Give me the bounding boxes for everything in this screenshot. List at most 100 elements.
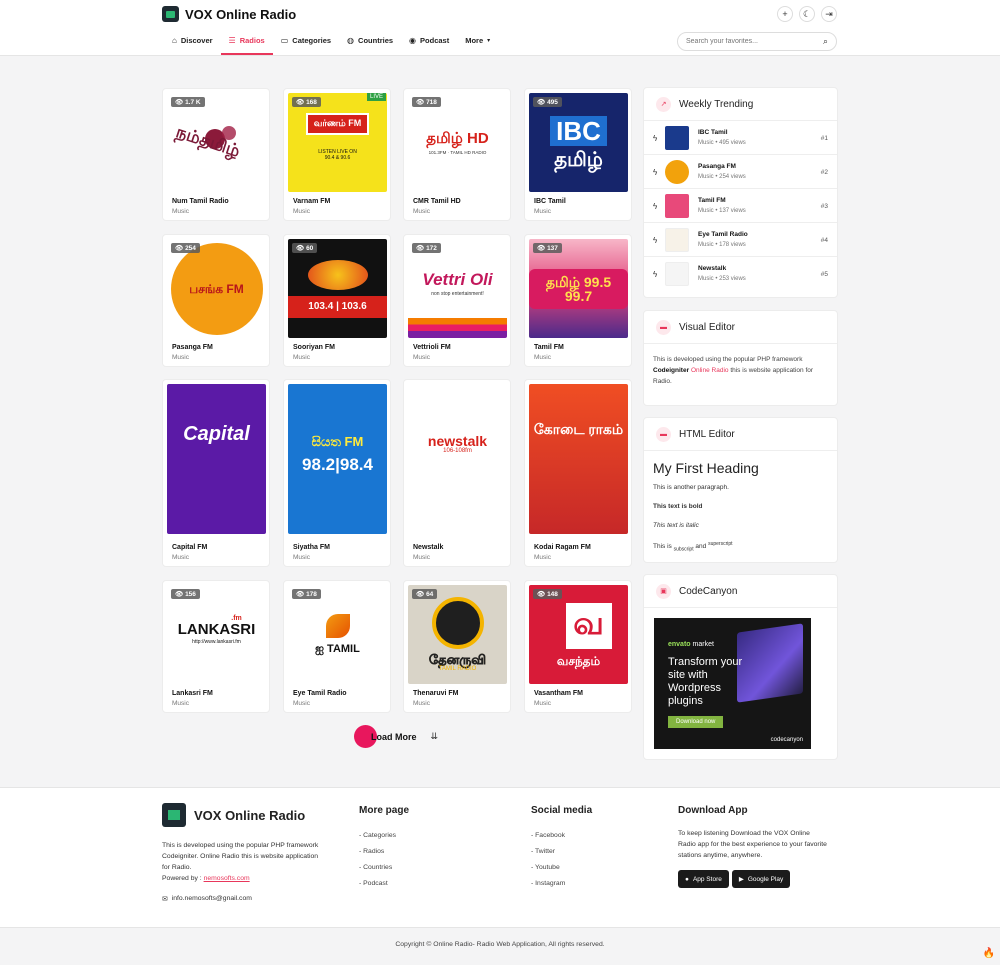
editor-link[interactable]: Online Radio bbox=[691, 367, 729, 374]
search-box[interactable]: ⌕ bbox=[677, 32, 837, 51]
fire-icon: 🔥 bbox=[982, 948, 995, 959]
trending-name: Pasanga FM bbox=[698, 163, 736, 170]
station-name: Tamil FM bbox=[534, 344, 564, 351]
trending-meta: Music • 178 views bbox=[698, 242, 746, 248]
ad-banner[interactable]: envato market Transform your site with W… bbox=[654, 618, 811, 749]
nav-more[interactable]: More ▾ bbox=[457, 31, 498, 55]
trending-item[interactable]: ϟ Tamil FM Music • 137 views #3 bbox=[644, 189, 837, 223]
logo-subtext: TAMIL RADIO bbox=[438, 666, 477, 672]
views-badge: 👁 156 bbox=[171, 589, 200, 599]
nav-countries[interactable]: ◍ Countries bbox=[339, 31, 401, 55]
search-icon[interactable]: ⌕ bbox=[823, 36, 828, 47]
login-icon[interactable]: ⇥ bbox=[821, 6, 837, 22]
header-actions: + ☾ ⇥ bbox=[777, 6, 837, 22]
ad-download-button[interactable]: Download now bbox=[668, 716, 724, 728]
bolt-icon: ϟ bbox=[653, 236, 658, 245]
station-card[interactable]: கோடை ராகம் Kodai Ragam FM Music bbox=[524, 379, 632, 567]
logo-text: Vettri Oli bbox=[422, 269, 493, 289]
editor-text: This is developed using the popular PHP … bbox=[653, 356, 803, 363]
load-more-label: Load More bbox=[371, 731, 417, 742]
logo-subtext: non stop entertainment! bbox=[431, 290, 484, 297]
station-card[interactable]: ஐ TAMIL 👁 178 Eye Tamil Radio Music bbox=[283, 580, 391, 713]
nav-radios[interactable]: ☰ Radios bbox=[220, 31, 273, 55]
footer-link[interactable]: - Categories bbox=[359, 832, 409, 839]
station-card[interactable]: தமிழ் HD 101.3FM · TAMIL HD RADIO 👁 718 … bbox=[403, 88, 511, 221]
footer-link[interactable]: - Countries bbox=[359, 864, 409, 871]
station-card[interactable]: தமிழ் 99.5 99.7 👁 137 Tamil FM Music bbox=[524, 234, 632, 367]
footer-email[interactable]: ✉ info.nemosofts@gnail.com bbox=[162, 895, 252, 903]
view-count: 64 bbox=[426, 591, 434, 598]
logo-subtext: 101.3FM · TAMIL HD RADIO bbox=[428, 149, 487, 155]
station-card[interactable]: newstalk 106-108fm Newstalk Music bbox=[403, 379, 511, 567]
nav-categories[interactable]: ▭ Categories bbox=[273, 31, 339, 55]
trending-item[interactable]: ϟ Eye Tamil Radio Music • 178 views #4 bbox=[644, 223, 837, 257]
app-store-button[interactable]: ● App Store bbox=[678, 870, 729, 888]
footer-link[interactable]: - Radios bbox=[359, 848, 409, 855]
panel-title: CodeCanyon bbox=[679, 585, 738, 597]
search-input[interactable] bbox=[686, 38, 823, 45]
google-play-button[interactable]: ▶ Google Play bbox=[731, 870, 791, 888]
add-icon[interactable]: + bbox=[777, 6, 793, 22]
dark-mode-icon[interactable]: ☾ bbox=[799, 6, 815, 22]
footer-link[interactable]: - Instagram bbox=[531, 880, 592, 887]
trending-name: Eye Tamil Radio bbox=[698, 231, 748, 238]
logo-text: வசந்தம் bbox=[556, 653, 601, 668]
station-card[interactable]: සියත FM 98.2|98.4 Siyatha FM Music bbox=[283, 379, 391, 567]
brand[interactable]: VOX Online Radio bbox=[162, 6, 296, 22]
trending-item[interactable]: ϟ Newstalk Music • 253 views #5 bbox=[644, 257, 837, 291]
station-card[interactable]: IBC தமிழ் 👁 495 IBC Tamil Music bbox=[524, 88, 632, 221]
trending-item[interactable]: ϟ IBC Tamil Music • 495 views #1 bbox=[644, 121, 837, 155]
main-nav: ⌂ Discover ☰ Radios ▭ Categories ◍ Countries… bbox=[164, 31, 498, 55]
view-count: 178 bbox=[306, 591, 317, 598]
station-card[interactable]: வர்ணம் FM LISTEN LIVE ON 90.4 & 90.6 LIV… bbox=[283, 88, 391, 221]
footer-powered: Powered by : bbox=[162, 875, 204, 882]
trending-meta: Music • 253 views bbox=[698, 276, 746, 282]
station-name: Vettrioli FM bbox=[413, 344, 451, 351]
logo-text: ஐ TAMIL bbox=[315, 643, 360, 655]
station-card[interactable]: பசங்க FM 👁 254 Pasanga FM Music bbox=[162, 234, 270, 367]
trending-meta: Music • 254 views bbox=[698, 174, 746, 180]
station-thumb: Capital bbox=[167, 384, 266, 534]
station-category: Music bbox=[413, 700, 430, 707]
footer-powered-link[interactable]: nemosofts.com bbox=[204, 875, 250, 882]
trending-thumb bbox=[665, 160, 689, 184]
station-card[interactable]: Capital Capital FM Music bbox=[162, 379, 270, 567]
station-thumb: Vettri Oli non stop entertainment! bbox=[408, 239, 507, 338]
station-card[interactable]: நம்தமிழ் 👁 1.7 K Num Tamil Radio Music bbox=[162, 88, 270, 221]
logo-text: LANKASRI bbox=[177, 620, 256, 638]
views-badge: 👁 172 bbox=[412, 243, 441, 253]
footer-link[interactable]: - Podcast bbox=[359, 880, 409, 887]
home-icon: ⌂ bbox=[172, 36, 177, 45]
views-badge: 👁 718 bbox=[412, 97, 441, 107]
view-count: 718 bbox=[426, 99, 437, 106]
station-category: Music bbox=[172, 700, 189, 707]
station-thumb: සියත FM 98.2|98.4 bbox=[288, 384, 387, 534]
station-card[interactable]: 103.4 | 103.6 👁 60 Sooriyan FM Music bbox=[283, 234, 391, 367]
load-more-button[interactable]: Load More ⇊ bbox=[354, 725, 438, 748]
logo-text: newstalk bbox=[427, 433, 488, 449]
nav-podcast[interactable]: ◉ Podcast bbox=[401, 31, 457, 55]
station-card[interactable]: தேனருவி TAMIL RADIO 👁 64 Thenaruvi FM Mu… bbox=[403, 580, 511, 713]
nav-label: Podcast bbox=[420, 36, 450, 45]
logo-text: தேனருவி bbox=[428, 652, 487, 667]
nav-label: Countries bbox=[358, 36, 394, 45]
ad-footer: codecanyon bbox=[770, 737, 803, 743]
apple-icon: ● bbox=[685, 875, 689, 883]
footer-brand[interactable]: VOX Online Radio bbox=[162, 803, 305, 827]
views-badge: 👁 148 bbox=[533, 589, 562, 599]
panel-body: This is developed using the popular PHP … bbox=[644, 344, 837, 397]
trending-item[interactable]: ϟ Pasanga FM Music • 254 views #2 bbox=[644, 155, 837, 189]
station-card[interactable]: Vettri Oli non stop entertainment! 👁 172… bbox=[403, 234, 511, 367]
nav-discover[interactable]: ⌂ Discover bbox=[164, 31, 221, 55]
footer-link[interactable]: - Youtube bbox=[531, 864, 592, 871]
views-badge: 👁 168 bbox=[292, 97, 321, 107]
station-card[interactable]: வ வசந்தம் 👁 148 Vasantham FM Music bbox=[524, 580, 632, 713]
panel-title: HTML Editor bbox=[679, 428, 735, 440]
station-card[interactable]: .fm LANKASRI http://www.lankasri.fm 👁 15… bbox=[162, 580, 270, 713]
station-thumb: தமிழ் 99.5 99.7 bbox=[529, 239, 628, 338]
footer-link[interactable]: - Facebook bbox=[531, 832, 592, 839]
trending-rank: #2 bbox=[820, 169, 828, 176]
logo-subtext: தமிழ் bbox=[554, 148, 603, 171]
chevron-down-icon: ▾ bbox=[487, 38, 491, 44]
footer-link[interactable]: - Twitter bbox=[531, 848, 592, 855]
